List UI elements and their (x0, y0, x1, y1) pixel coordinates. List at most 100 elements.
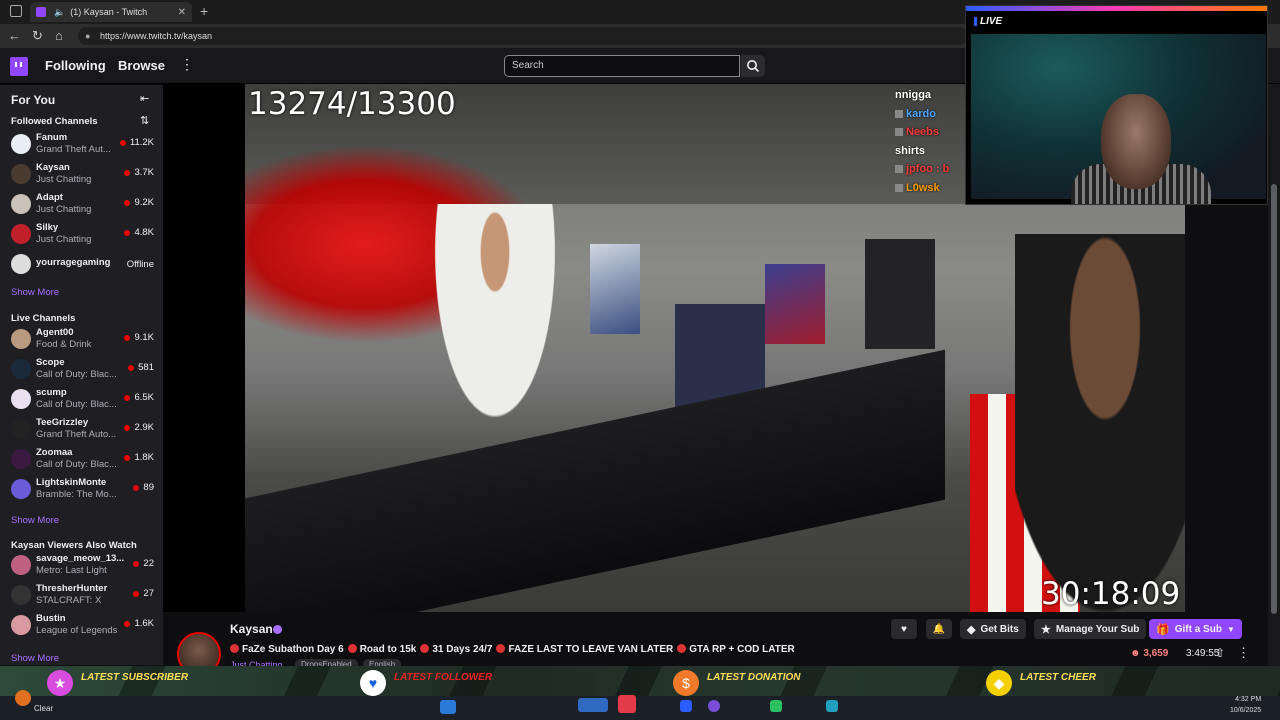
viewer-count: 1.8K (124, 452, 154, 463)
channel-game: Call of Duty: Blac... (36, 369, 117, 380)
chat-overlay: nnigga kardo Neebs shirts jpfoo : b L0wsk (895, 86, 970, 197)
clock[interactable]: 4:32 PM 10/6/2025 (1230, 694, 1261, 716)
sidebar-channel-agent00[interactable]: Agent00 Food & Drink 9.1K (0, 325, 163, 355)
collapse-sidebar-icon[interactable]: ⇤ (140, 92, 149, 105)
notifications-button[interactable]: 🔔 (926, 619, 952, 639)
scene-dj (425, 204, 565, 444)
nav-browse[interactable]: Browse (118, 58, 165, 73)
channel-name: Bustin (36, 613, 66, 624)
search-input[interactable]: Search (504, 55, 740, 77)
gift-icon: 🎁 (1156, 623, 1170, 636)
follower-heart-icon: ♥ (360, 670, 386, 696)
channel-game: Just Chatting (36, 234, 92, 245)
chat-overlay-text: L0wsk (906, 181, 940, 194)
live-dot-icon (124, 424, 131, 431)
page-scrollbar[interactable] (1268, 84, 1280, 666)
channel-game: Just Chatting (36, 204, 92, 215)
lock-icon: ● (85, 31, 91, 41)
show-more-followed[interactable]: Show More (11, 287, 59, 298)
get-bits-button[interactable]: ◆ Get Bits (960, 619, 1026, 639)
show-more-also[interactable]: Show More (11, 653, 59, 664)
sidebar-channel-fanum[interactable]: Fanum Grand Theft Aut... 11.2K (0, 130, 163, 160)
viewer-count: 6.5K (124, 392, 154, 403)
viewer-count-value: 22 (143, 558, 154, 569)
webcam-face (1101, 94, 1171, 189)
scene-dj-desk (245, 349, 945, 612)
sidebar-channel-kaysan[interactable]: Kaysan Just Chatting 3.7K (0, 160, 163, 190)
back-icon[interactable]: ← (8, 28, 21, 43)
taskbar-app-icon-2[interactable] (680, 700, 692, 712)
taskbar-app-icon-4[interactable] (770, 700, 782, 712)
follow-heart-button[interactable]: ♥ (891, 619, 917, 639)
live-bar (966, 6, 1267, 11)
title-emote-icon (230, 644, 239, 653)
latest-follower-label: LATEST FOLLOWER (394, 672, 493, 683)
chat-overlay-text: nnigga (895, 89, 932, 101)
scrollbar-thumb[interactable] (1271, 184, 1277, 614)
url-field[interactable]: ● https://www.twitch.tv/kaysan (78, 27, 968, 45)
viewer-count-value: 4.8K (134, 227, 154, 238)
show-more-live[interactable]: Show More (11, 515, 59, 526)
live-dot-icon (124, 620, 131, 627)
live-dot-icon (124, 454, 131, 461)
sidebar-channel-teegrizzley[interactable]: TeeGrizzley Grand Theft Auto... 2.9K (0, 415, 163, 445)
avatar (11, 134, 31, 154)
start-icon[interactable] (440, 700, 456, 714)
manage-sub-button[interactable]: ★ Manage Your Sub (1034, 619, 1147, 639)
avatar (11, 479, 31, 499)
viewer-count: 27 (133, 588, 154, 599)
search-button[interactable] (741, 55, 765, 77)
avatar (11, 359, 31, 379)
channel-game: STALCRAFT: X (36, 595, 102, 606)
sidebar-channel-bustin[interactable]: Bustin League of Legends 1.6K (0, 611, 163, 641)
chat-overlay-text: shirts (895, 144, 925, 157)
close-tab-icon[interactable]: ✕ (178, 7, 186, 18)
share-icon[interactable]: ⇧ (1215, 646, 1225, 660)
weather-icon[interactable] (15, 690, 31, 706)
new-tab-icon[interactable]: + (200, 3, 208, 19)
sort-icon[interactable]: ⇅ (140, 114, 149, 127)
chat-overlay-message: shirts (895, 142, 970, 161)
channel-game: Grand Theft Aut... (36, 144, 111, 155)
sidebar-channel-adapt[interactable]: Adapt Just Chatting 9.2K (0, 190, 163, 220)
viewer-count: 11.2K (119, 137, 154, 148)
sidebar-channel-yourragegaming[interactable]: yourragegaming Offline (0, 250, 163, 280)
channel-game: Food & Drink (36, 339, 92, 350)
speaker-icon[interactable]: 🔈 (54, 7, 65, 18)
taskbar-app-icon-3[interactable] (708, 700, 720, 712)
gift-sub-button[interactable]: 🎁 Gift a Sub ▼ (1149, 619, 1242, 639)
latest-donation-label: LATEST DONATION (707, 672, 801, 683)
title-emote-icon (347, 644, 357, 653)
sidebar-channel-savage-meow-13-[interactable]: savage_meow_13... Metro: Last Light 22 (0, 551, 163, 581)
chat-overlay-message: Neebs (895, 123, 970, 142)
sidebar-channel-thresherhunter[interactable]: ThresherHunter STALCRAFT: X 27 (0, 581, 163, 611)
viewer-count: 581 (128, 362, 154, 373)
browser-tab[interactable]: 🔈 (1) Kaysan - Twitch ✕ (30, 2, 192, 22)
sidebar-channel-scump[interactable]: scump Call of Duty: Blac... 6.5K (0, 385, 163, 415)
channel-name[interactable]: Kaysan (230, 622, 273, 636)
viewer-count-value: 3,659 (1143, 648, 1169, 659)
sidebar-channel-zoomaa[interactable]: Zoomaa Call of Duty: Blac... 1.8K (0, 445, 163, 475)
avatar (11, 194, 31, 214)
sidebar-channel-scope[interactable]: Scope Call of Duty: Blac... 581 (0, 355, 163, 385)
viewer-count: 3.7K (124, 167, 154, 178)
home-icon[interactable]: ⌂ (55, 28, 63, 43)
tab-title: (1) Kaysan - Twitch (70, 7, 148, 17)
chat-badge-icon (895, 183, 903, 192)
workspaces-icon[interactable] (10, 5, 22, 17)
reload-icon[interactable]: ↻ (32, 28, 43, 44)
sidebar-channel-silky[interactable]: Silky Just Chatting 4.8K (0, 220, 163, 250)
music-app-icon[interactable] (618, 695, 636, 713)
subscriber-star-icon: ★ (47, 670, 73, 696)
twitch-logo-icon[interactable] (10, 57, 28, 76)
taskbar-app-icon-5[interactable] (826, 700, 838, 712)
title-segment: FAZE LAST TO LEAVE VAN LATER (508, 644, 674, 655)
sidebar-channel-lightskinmonte[interactable]: LightskinMonte Bramble: The Mo... 89 (0, 475, 163, 505)
get-bits-label: Get Bits (980, 623, 1019, 635)
more-options-icon[interactable]: ⋮ (180, 56, 194, 73)
viewer-count-value: 1.6K (134, 618, 154, 629)
more-vertical-icon[interactable]: ⋮ (1237, 645, 1250, 661)
taskbar-app-icon[interactable] (578, 698, 608, 712)
nav-following[interactable]: Following (45, 58, 106, 73)
channel-name: yourragegaming (36, 257, 111, 268)
